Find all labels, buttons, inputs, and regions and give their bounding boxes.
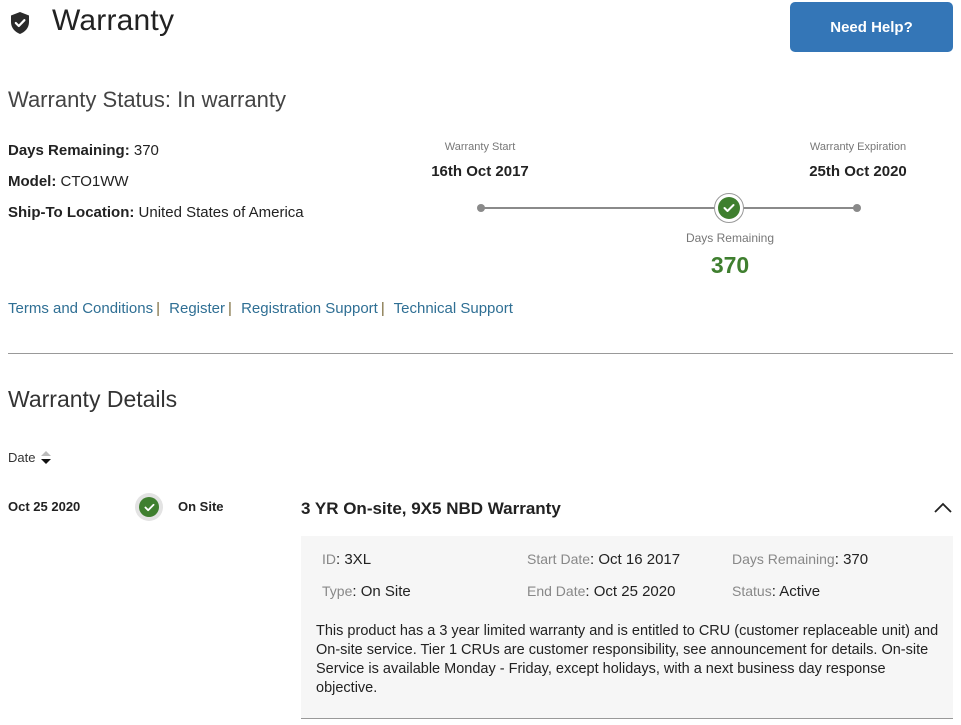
page-header: Warranty Need Help? — [0, 0, 961, 60]
chevron-up-icon[interactable] — [932, 500, 954, 516]
model-label: Model: — [8, 173, 57, 190]
row-title[interactable]: 3 YR On-site, 9X5 NBD Warranty — [301, 499, 561, 519]
sort-ascending-icon — [41, 451, 52, 456]
page-title: Warranty — [52, 4, 175, 37]
warranty-start-label: Warranty Start — [444, 141, 516, 153]
field-id: ID: 3XL — [322, 551, 372, 568]
warranty-description: This product has a 3 year limited warran… — [316, 623, 939, 696]
field-days-remaining-label: Days Remaining — [732, 551, 835, 567]
field-end-date: End Date: Oct 25 2020 — [527, 583, 676, 600]
timeline-track — [481, 207, 857, 209]
sort-descending-icon — [41, 459, 52, 464]
field-type-value: On Site — [360, 583, 411, 600]
link-separator: | — [156, 300, 160, 317]
field-status-value: Active — [779, 583, 821, 600]
warranty-status-title: Warranty Status: In warranty — [8, 87, 286, 112]
field-start-date-label: Start Date — [527, 551, 591, 567]
ship-to-value: United States of America — [138, 204, 304, 221]
shield-check-icon — [11, 12, 29, 34]
ship-to-label: Ship-To Location: — [8, 204, 135, 221]
field-days-remaining-value: 370 — [843, 551, 869, 568]
field-start-date: Start Date: Oct 16 2017 — [527, 551, 681, 568]
field-end-date-value: Oct 25 2020 — [593, 583, 676, 600]
warranty-start-date: 16th Oct 2017 — [431, 163, 529, 180]
timeline-days-remaining-value: 370 — [710, 252, 750, 278]
timeline-end-dot — [853, 204, 861, 212]
support-links: Terms and Conditions | Register | Registra… — [8, 300, 513, 317]
link-separator: | — [228, 300, 232, 317]
field-type: Type: On Site — [322, 583, 411, 600]
registration-support-link[interactable]: Registration Support — [241, 300, 378, 317]
model-value: CTO1WW — [60, 173, 129, 190]
field-start-date-value: Oct 16 2017 — [598, 551, 681, 568]
check-circle-icon — [718, 197, 741, 219]
field-id-label: ID — [322, 551, 336, 567]
timeline-start-dot — [477, 204, 485, 212]
sort-by-date-header[interactable]: Date — [8, 450, 52, 465]
field-end-date-label: End Date — [527, 583, 586, 599]
warranty-expiration-label: Warranty Expiration — [809, 141, 907, 153]
terms-and-conditions-link[interactable]: Terms and Conditions — [8, 300, 153, 317]
days-remaining-info: Days Remaining: 370 — [8, 142, 159, 159]
check-circle-icon — [139, 497, 159, 517]
ship-to-info: Ship-To Location: United States of Ameri… — [8, 204, 304, 221]
section-divider — [8, 353, 953, 354]
days-remaining-label: Days Remaining: — [8, 142, 130, 159]
timeline-days-remaining-label: Days Remaining — [685, 231, 775, 245]
model-info: Model: CTO1WW — [8, 173, 129, 190]
row-date: Oct 25 2020 — [8, 499, 81, 514]
need-help-button[interactable]: Need Help? — [790, 2, 953, 52]
row-type: On Site — [178, 499, 224, 514]
field-status: Status: Active — [732, 583, 821, 600]
register-link[interactable]: Register — [169, 300, 225, 317]
field-days-remaining: Days Remaining: 370 — [732, 551, 869, 568]
row-status-icon — [135, 493, 163, 521]
sort-column-label: Date — [8, 450, 36, 465]
days-remaining-value: 370 — [133, 142, 159, 159]
field-type-label: Type — [322, 583, 353, 599]
timeline-current-marker — [714, 193, 745, 223]
field-id-value: 3XL — [344, 551, 372, 568]
warranty-detail-panel: ID: 3XL Type: On Site Start Date: Oct 16… — [301, 536, 953, 719]
technical-support-link[interactable]: Technical Support — [394, 300, 513, 317]
sort-arrows-icon[interactable] — [41, 451, 52, 464]
field-status-label: Status — [732, 583, 772, 599]
link-separator: | — [380, 300, 385, 317]
warranty-expiration-date: 25th Oct 2020 — [809, 163, 907, 180]
warranty-details-title: Warranty Details — [8, 386, 178, 412]
